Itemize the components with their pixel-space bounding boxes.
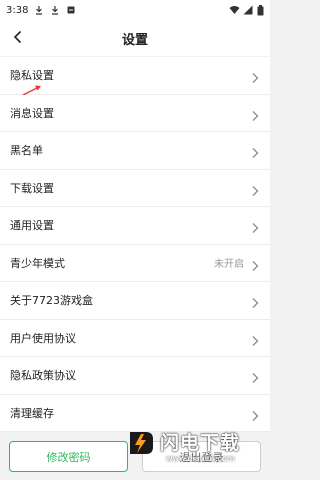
wifi-icon (229, 5, 240, 15)
chevron-right-icon (250, 144, 260, 159)
setting-label: 用户使用协议 (10, 331, 76, 345)
back-button[interactable] (6, 26, 30, 50)
battery-icon (257, 5, 264, 16)
setting-teen-mode[interactable]: 青少年模式 未开启 (0, 244, 270, 282)
annotation-arrow-icon (22, 81, 44, 96)
setting-label: 隐私政策协议 (10, 369, 76, 383)
chevron-right-icon (250, 257, 260, 271)
settings-list: 隐私设置 消息设置 黑名单 下载设置 通用设置 青少年模式 未开启 关于7723… (0, 57, 270, 432)
chevron-right-icon (250, 407, 260, 421)
setting-label: 黑名单 (10, 144, 43, 158)
change-password-button[interactable]: 修改密码 (9, 441, 128, 472)
status-time: 3:38 (6, 4, 29, 16)
status-bar: 3:38 (0, 0, 270, 20)
setting-label: 通用设置 (10, 219, 54, 233)
page-title: 设置 (121, 32, 148, 48)
setting-privacy-policy[interactable]: 隐私政策协议 (0, 357, 270, 395)
signal-icon (243, 5, 253, 15)
bottom-bar: 修改密码 退出登录 (0, 434, 270, 480)
chevron-right-icon (250, 219, 260, 234)
setting-blacklist[interactable]: 黑名单 (0, 132, 270, 170)
download-icon (50, 5, 60, 15)
download-icon (34, 5, 44, 15)
chevron-right-icon (250, 369, 260, 384)
setting-about[interactable]: 关于7723游戏盒 (0, 282, 270, 320)
header: 设置 (0, 20, 270, 56)
setting-message[interactable]: 消息设置 (0, 94, 270, 132)
setting-privacy[interactable]: 隐私设置 (0, 57, 270, 96)
teen-mode-status: 未开启 (214, 259, 244, 271)
chevron-right-icon (250, 294, 260, 309)
setting-label: 消息设置 (10, 106, 54, 120)
notification-icon (66, 5, 76, 15)
logout-button[interactable]: 退出登录 (142, 441, 261, 472)
setting-label: 清理缓存 (10, 406, 54, 420)
back-arrow-icon (12, 29, 24, 48)
chevron-right-icon (250, 182, 260, 196)
chevron-right-icon (250, 69, 260, 84)
chevron-right-icon (250, 107, 260, 121)
chevron-right-icon (250, 332, 260, 346)
setting-label: 下载设置 (10, 181, 54, 195)
setting-general[interactable]: 通用设置 (0, 207, 270, 245)
setting-label: 青少年模式 (10, 256, 65, 270)
setting-user-agreement[interactable]: 用户使用协议 (0, 319, 270, 357)
setting-download[interactable]: 下载设置 (0, 169, 270, 207)
setting-label: 关于7723游戏盒 (10, 294, 93, 308)
setting-clear-cache[interactable]: 清理缓存 (0, 394, 270, 432)
